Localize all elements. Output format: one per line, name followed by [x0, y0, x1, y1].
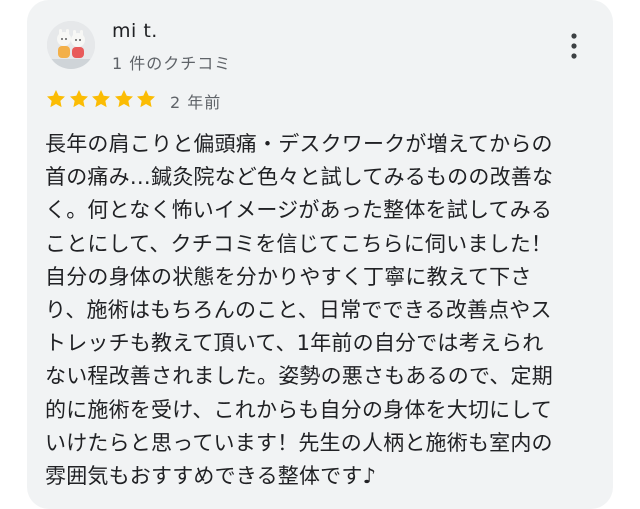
star-icon	[69, 90, 88, 108]
avatar[interactable]	[47, 21, 95, 69]
review-text: 長年の肩こりと偏頭痛・デスクワークが増えてからの 首の痛み…鍼灸院など色々と試し…	[45, 132, 554, 489]
review-date: 2 年前	[170, 93, 222, 112]
review-count: 1 件のクチコミ	[112, 54, 232, 73]
reviewer-name[interactable]: mi t.	[112, 20, 158, 42]
avatar-image	[47, 21, 95, 69]
star-icon	[92, 90, 110, 108]
star-rating	[45, 88, 158, 110]
more-vert-icon[interactable]	[562, 30, 586, 62]
star-icon	[47, 90, 65, 108]
star-icon	[114, 90, 133, 108]
star-icon	[137, 90, 155, 108]
